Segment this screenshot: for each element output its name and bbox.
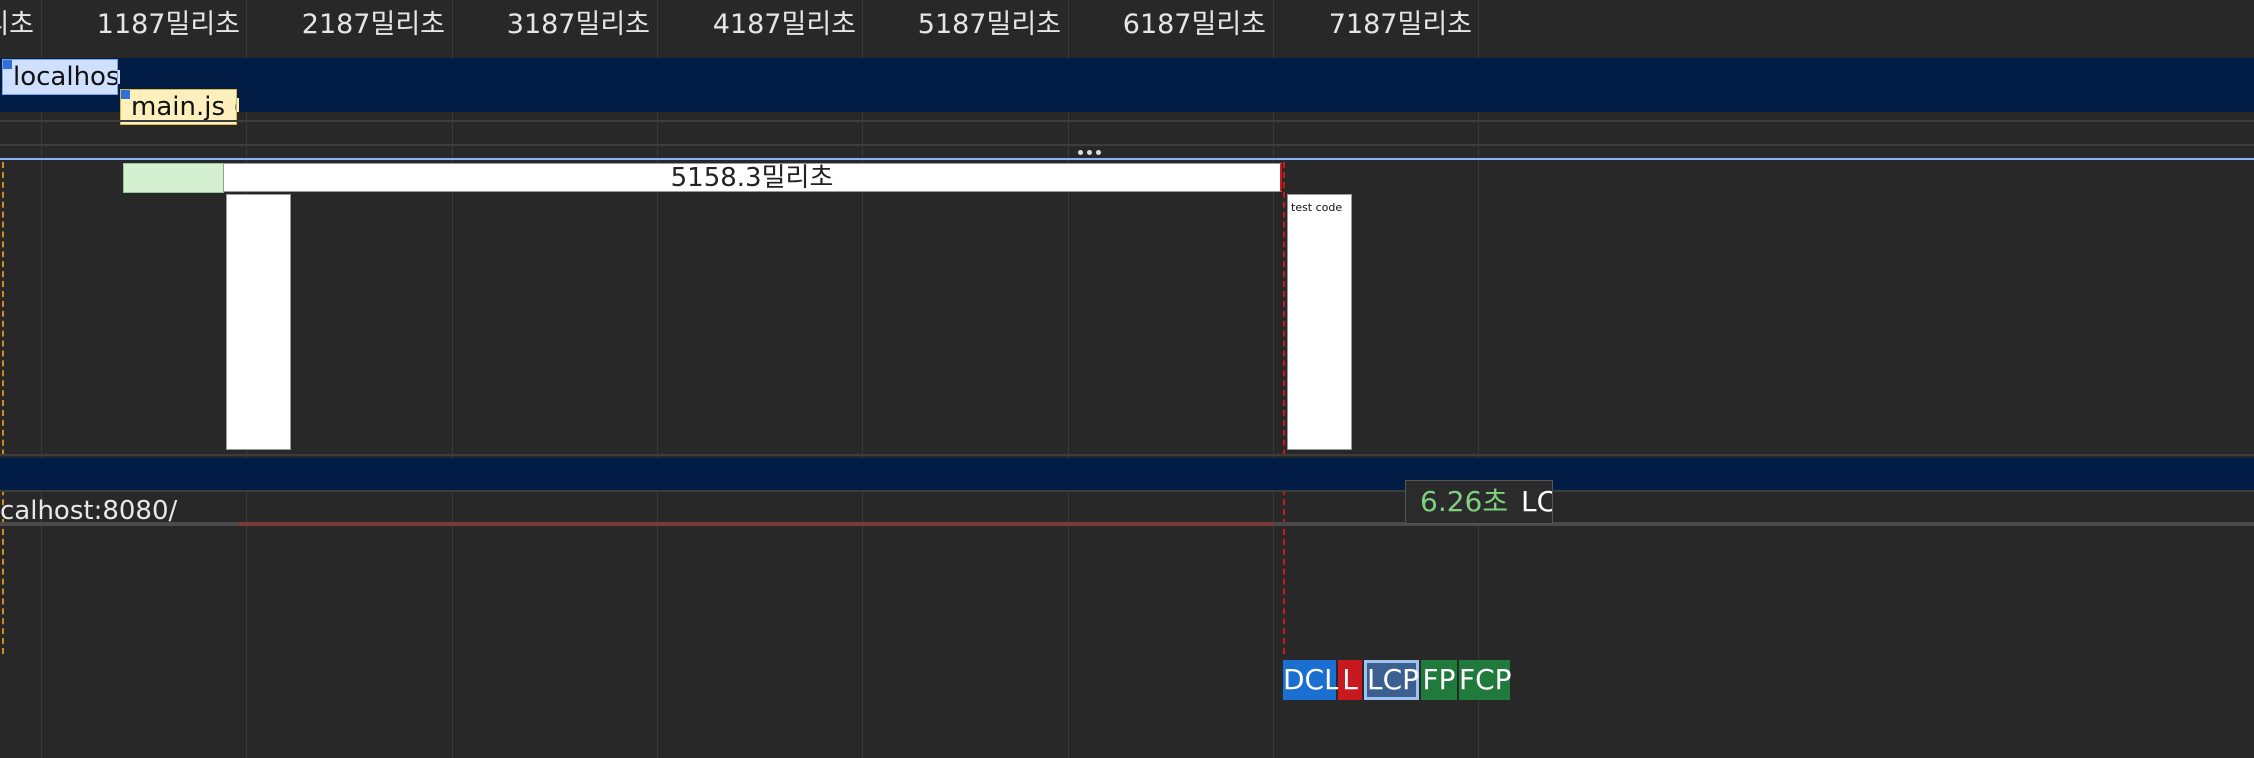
frame-long[interactable]: 5158.3밀리초	[223, 163, 1282, 193]
screenshot-text: test code	[1291, 201, 1343, 214]
network-track	[0, 58, 2254, 112]
dot-icon	[1087, 150, 1092, 155]
request-priority-icon	[3, 60, 12, 69]
time-tick: 3187밀리초	[506, 9, 650, 40]
marker-dcl[interactable]: DCL	[1283, 660, 1340, 700]
grid-line	[41, 0, 42, 758]
grid-line	[1068, 0, 1069, 758]
navigation-start-line	[2, 162, 4, 654]
dot-icon	[1096, 150, 1101, 155]
time-tick: 2187밀리초	[301, 9, 445, 40]
frame-duration-label: 5158.3밀리초	[670, 163, 834, 193]
selected-track-border	[0, 158, 2254, 160]
divider	[0, 490, 2254, 492]
marker-fp[interactable]: FP	[1421, 660, 1457, 700]
tooltip-time: 6.26초	[1420, 485, 1509, 518]
network-request-label: main.js (l...	[131, 92, 236, 122]
request-whisker	[118, 70, 120, 84]
tooltip-label: LCP	[1521, 485, 1552, 518]
panel-resize-handle[interactable]	[0, 146, 2254, 158]
load-line	[1283, 162, 1285, 654]
grid-line	[1273, 0, 1274, 758]
time-tick: 5187밀리초	[917, 9, 1061, 40]
frame-screenshot[interactable]: test code	[1287, 194, 1352, 450]
grid-line	[862, 0, 863, 758]
marker-tooltip: 6.26초 LCP	[1405, 480, 1553, 524]
time-tick: 리초	[0, 9, 34, 40]
divider	[0, 454, 2254, 456]
frame-idle[interactable]	[123, 163, 224, 193]
marker-fcp[interactable]: FCP	[1459, 660, 1512, 700]
divider	[0, 120, 2254, 122]
grid-line	[1478, 0, 1479, 758]
request-priority-icon	[121, 90, 130, 99]
frame-screenshot[interactable]	[226, 194, 291, 450]
time-tick: 1187밀리초	[96, 9, 240, 40]
time-tick: 7187밀리초	[1328, 9, 1472, 40]
time-tick: 6187밀리초	[1122, 9, 1266, 40]
network-request-document[interactable]: localhost/...	[2, 59, 118, 95]
grid-line	[452, 0, 453, 758]
timings-track	[0, 458, 2254, 490]
time-tick: 4187밀리초	[712, 9, 856, 40]
network-request-label: localhost/...	[13, 62, 117, 92]
dot-icon	[1078, 150, 1083, 155]
grid-line	[657, 0, 658, 758]
request-whisker	[237, 98, 239, 112]
main-thread-task[interactable]	[238, 522, 1273, 526]
marker-lcp[interactable]: LCP	[1364, 660, 1419, 700]
marker-load[interactable]: L	[1338, 660, 1362, 700]
